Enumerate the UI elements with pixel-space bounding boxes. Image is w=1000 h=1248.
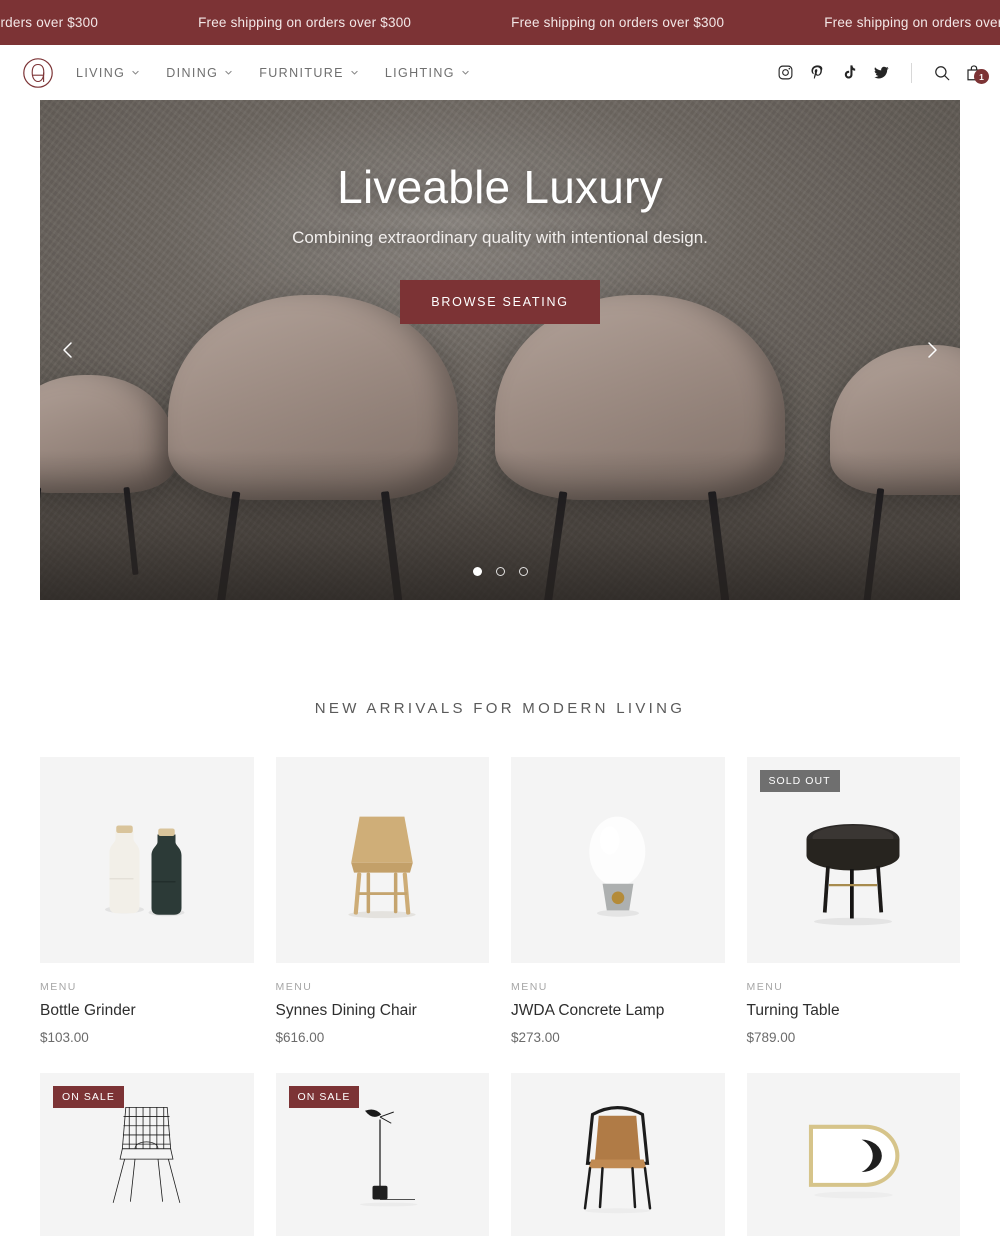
bottle-grinder-image: [104, 825, 185, 917]
product-name: JWDA Concrete Lamp: [511, 1002, 665, 1019]
chevron-left-icon: [63, 342, 72, 358]
announcement-marquee: Free shipping on orders over $300 Free sh…: [0, 15, 1000, 30]
announcement-bar: Free shipping on orders over $300 Free sh…: [0, 0, 1000, 45]
nav-item-label: Living: [76, 65, 126, 80]
product-price: $273.00: [511, 1030, 560, 1045]
product-grid-row-1: MENU Bottle Grinder $103.00 MENU Synnes Din…: [40, 757, 960, 1045]
on-sale-badge: ON SALE: [288, 1086, 360, 1108]
nav-item-label: Dining: [166, 65, 219, 80]
product-price: $103.00: [40, 1030, 89, 1045]
product-name: Synnes Dining Chair: [275, 1002, 417, 1019]
product-card[interactable]: [746, 1073, 960, 1236]
page-section-title: New Arrivals for Modern Living: [314, 700, 686, 717]
product-card[interactable]: SOLD OUT MENU Turning Table $789.00: [746, 757, 960, 1045]
pinterest-icon[interactable]: [809, 64, 826, 81]
announcement-text: Free shipping on orders over $300: [824, 15, 1000, 30]
product-name: Bottle Grinder: [40, 1002, 136, 1019]
product-card[interactable]: MENU JWDA Concrete Lamp $273.00: [511, 757, 725, 1045]
carousel-dots: [40, 567, 960, 576]
carousel-next-button[interactable]: [912, 330, 952, 370]
brand-logo[interactable]: [22, 57, 54, 89]
product-price: $789.00: [746, 1030, 796, 1045]
nav-item-lighting[interactable]: Lighting: [385, 66, 470, 80]
product-vendor: MENU: [275, 981, 313, 993]
product-card[interactable]: ON SALE: [40, 1073, 254, 1236]
nav-item-living[interactable]: Living: [76, 66, 140, 80]
instagram-icon[interactable]: [777, 64, 794, 81]
wire-chair-image: [113, 1106, 181, 1203]
product-name: Turning Table: [746, 1002, 840, 1019]
hero-subtitle: Combining extraordinary quality with int…: [292, 228, 708, 247]
site-header: Living Dining Furniture Lighting: [0, 45, 1000, 100]
product-card[interactable]: [511, 1073, 725, 1236]
chevron-down-icon: [351, 70, 358, 75]
chevron-down-icon: [225, 70, 232, 75]
product-price: $616.00: [275, 1030, 325, 1045]
sold-out-badge: SOLD OUT: [759, 770, 840, 792]
globe-lamp-image: [589, 816, 646, 917]
carousel-prev-button[interactable]: [48, 330, 88, 370]
product-image[interactable]: [511, 1073, 725, 1236]
product-image[interactable]: ON SALE: [40, 1073, 254, 1236]
product-card[interactable]: ON SALE: [275, 1073, 489, 1236]
announcement-text: Free shipping on orders over $300: [198, 15, 412, 30]
product-image[interactable]: [275, 757, 489, 963]
product-image[interactable]: [511, 757, 725, 963]
carousel-dot-2[interactable]: [495, 567, 505, 576]
leather-chair-image: [584, 1106, 652, 1214]
product-grid-row-2: ON SALE ON SALE: [40, 1073, 960, 1236]
hero-carousel: Liveable Luxury Combining extraordinary …: [40, 100, 960, 600]
twitter-icon[interactable]: [873, 64, 890, 81]
product-image[interactable]: [40, 757, 254, 963]
product-vendor: MENU: [511, 981, 548, 993]
on-sale-badge: ON SALE: [53, 1086, 124, 1108]
nav-item-dining[interactable]: Dining: [166, 66, 233, 80]
hero-floor-shadow: [40, 450, 960, 600]
round-table-image: [806, 824, 900, 926]
product-image[interactable]: SOLD OUT: [746, 757, 960, 963]
cart-count-badge: 1: [974, 69, 989, 84]
hero-content: Liveable Luxury Combining extraordinary …: [40, 160, 960, 324]
product-vendor: MENU: [746, 981, 784, 993]
chevron-down-icon: [132, 70, 139, 75]
product-image[interactable]: ON SALE: [275, 1073, 489, 1236]
product-card[interactable]: MENU Bottle Grinder $103.00: [40, 757, 254, 1045]
floor-lamp-image: [359, 1109, 418, 1207]
product-image[interactable]: [746, 1073, 960, 1236]
header-actions: 1: [777, 62, 989, 84]
tiktok-icon[interactable]: [841, 64, 858, 81]
wood-chair-image: [348, 816, 416, 919]
product-card[interactable]: MENU Synnes Dining Chair $616.00: [275, 757, 489, 1045]
carousel-dot-3[interactable]: [518, 567, 528, 576]
primary-nav: Living Dining Furniture Lighting: [76, 66, 470, 80]
brass-mirror-image: [808, 1124, 900, 1199]
cart-button[interactable]: 1: [965, 64, 989, 84]
product-vendor: MENU: [40, 981, 77, 993]
chevron-right-icon: [928, 342, 937, 358]
search-icon[interactable]: [933, 64, 950, 81]
browse-seating-button[interactable]: Browse Seating: [400, 280, 600, 324]
nav-item-label: Lighting: [384, 65, 455, 80]
announcement-text: Free shipping on orders over $300: [0, 15, 99, 30]
nav-item-furniture[interactable]: Furniture: [259, 66, 359, 80]
header-divider: [911, 62, 912, 83]
announcement-text: Free shipping on orders over $300: [511, 15, 725, 30]
chevron-down-icon: [462, 70, 469, 75]
hero-title: Liveable Luxury: [337, 161, 663, 213]
nav-item-label: Furniture: [259, 65, 344, 80]
carousel-dot-1[interactable]: [472, 567, 482, 576]
